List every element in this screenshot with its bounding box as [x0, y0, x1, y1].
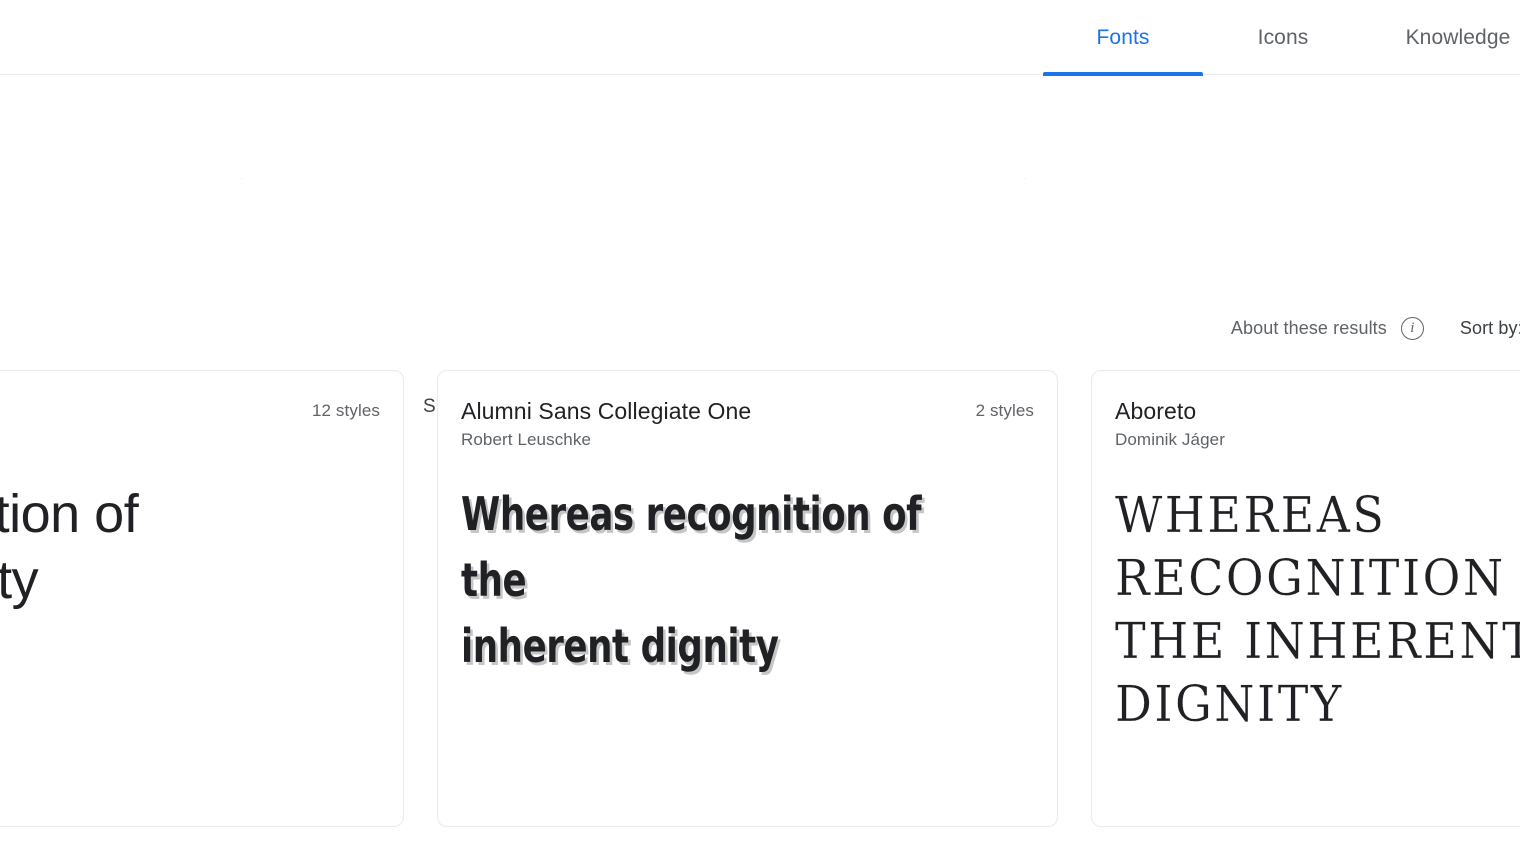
font-card-grid: 12 styles s recognition of rent dignity …	[0, 0, 1520, 855]
font-card-preview: Whereas recognition of the inherent dign…	[461, 481, 1047, 679]
font-card[interactable]: Aboreto Dominik Jáger WHEREAS RECOGNITIO…	[1091, 370, 1520, 827]
preview-line: WHEREAS	[1115, 485, 1387, 544]
preview-line: inherent dignity	[461, 619, 779, 673]
font-card-preview: WHEREAS RECOGNITION THE INHERENT DIGNITY	[1115, 481, 1520, 733]
font-card-title: Alumni Sans Collegiate One	[461, 398, 752, 424]
font-card-title: Aboreto	[1115, 398, 1197, 424]
font-card[interactable]: 12 styles s recognition of rent dignity	[0, 370, 404, 827]
font-card[interactable]: Alumni Sans Collegiate One Robert Leusch…	[437, 370, 1058, 827]
font-card-author: Dominik Jáger	[1115, 430, 1225, 449]
preview-line: Whereas recognition of the	[461, 487, 922, 607]
preview-line: THE INHERENT	[1115, 611, 1520, 670]
google-fonts-page: Fonts Icons Knowledge Sentence 40px	[0, 0, 1520, 855]
preview-line: s recognition of	[0, 484, 139, 544]
preview-line: DIGNITY	[1115, 674, 1344, 733]
font-card-styles-count: 2 styles	[975, 401, 1034, 420]
preview-line: rent dignity	[0, 550, 39, 610]
font-card-header: Alumni Sans Collegiate One Robert Leusch…	[461, 397, 1034, 453]
preview-line: RECOGNITION	[1115, 548, 1506, 607]
font-card-author: Robert Leuschke	[461, 430, 592, 449]
font-card-styles-count: 12 styles	[312, 401, 380, 420]
font-card-header: Aboreto Dominik Jáger	[1115, 397, 1520, 453]
font-card-preview: s recognition of rent dignity	[0, 481, 393, 613]
